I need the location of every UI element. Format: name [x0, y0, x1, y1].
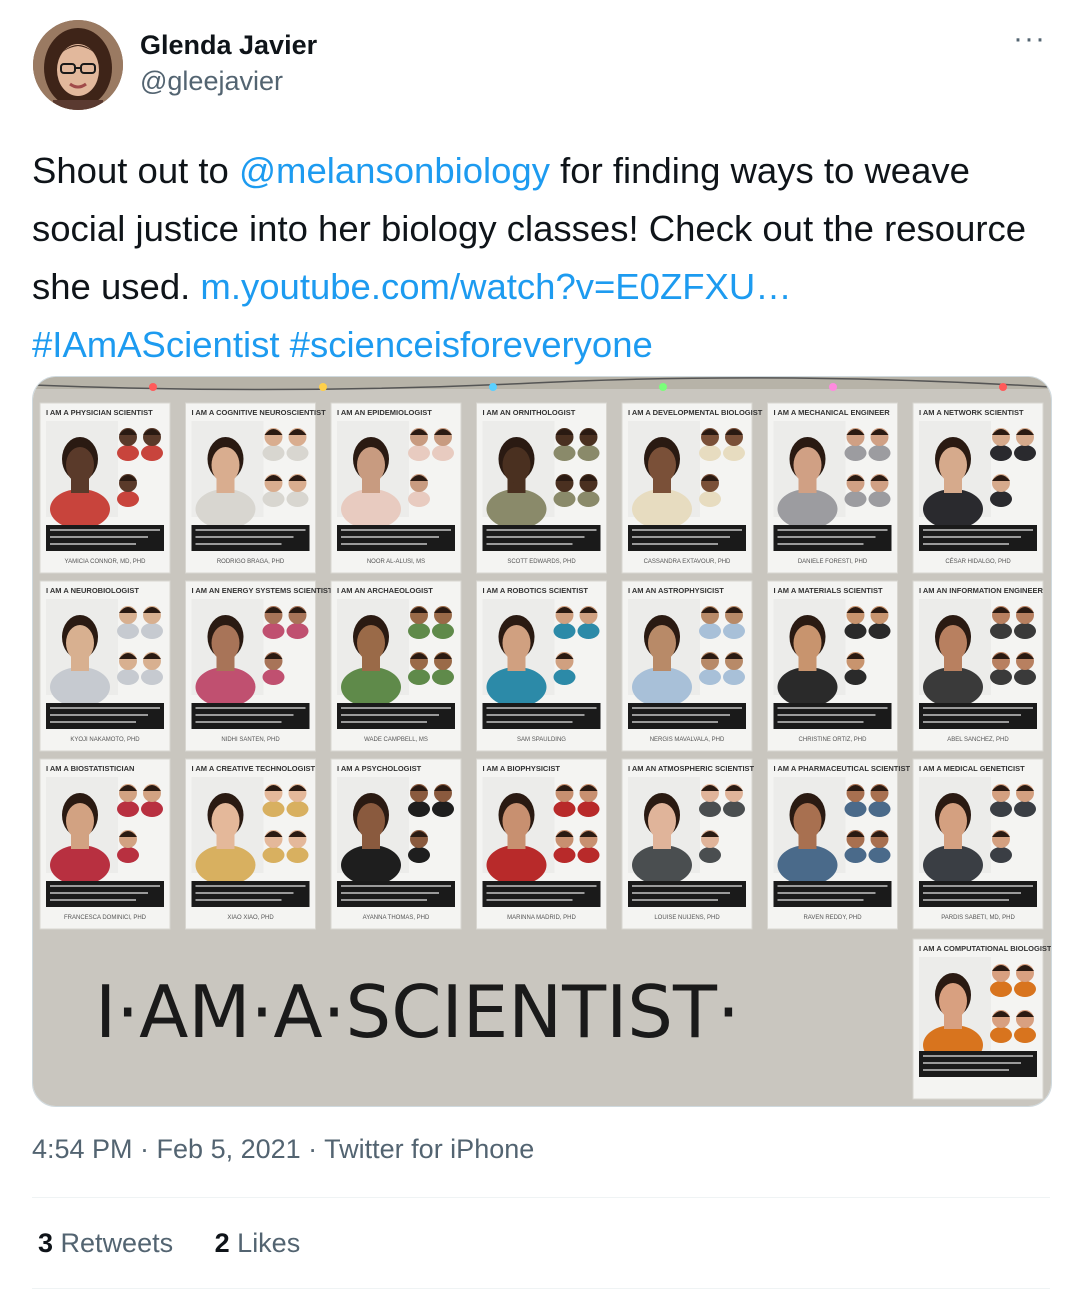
- poster-name: YAMICIA CONNOR, MD, PHD: [65, 559, 147, 565]
- display-name[interactable]: Glenda Javier: [140, 30, 317, 61]
- poster-card: I AM AN EPIDEMIOLOGIST NOOR AL-ALUSI, MS: [330, 402, 462, 574]
- light-bulb: [659, 383, 667, 391]
- poster-card: I AM A PHYSICIAN SCIENTIST YAMICIA CONNOR…: [39, 402, 171, 574]
- retweets-stat[interactable]: 3 Retweets: [38, 1228, 173, 1258]
- poster-title: I AM A COMPUTATIONAL BIOLOGIST: [919, 944, 1051, 953]
- poster-name: KYOJI NAKAMOTO, PHD: [70, 737, 140, 743]
- poster-card: I AM AN ENERGY SYSTEMS SCIENTIST NIDHI SA…: [185, 580, 333, 752]
- poster-name: SAM SPAULDING: [517, 737, 566, 743]
- tweet-text: Shout out to @melansonbiology for findin…: [32, 142, 1042, 374]
- tweet-text-part: Shout out to: [32, 150, 239, 191]
- tweet-image[interactable]: I AM A PHYSICIAN SCIENTIST YAMICIA CONNOR…: [32, 376, 1052, 1107]
- poster-title: I AM A BIOPHYSICIST: [483, 764, 561, 773]
- poster-name: SCOTT EDWARDS, PHD: [507, 559, 576, 565]
- mention-link[interactable]: @melansonbiology: [239, 150, 550, 191]
- poster-card: I AM A NETWORK SCIENTIST CÉSAR HIDALGO, P…: [912, 402, 1044, 574]
- poster-title: I AM A MATERIALS SCIENTIST: [774, 586, 883, 595]
- poster-title: I AM AN ASTROPHYSICIST: [628, 586, 724, 595]
- hashtag-link[interactable]: #IAmAScientist: [32, 324, 279, 365]
- divider: [32, 1197, 1050, 1198]
- poster-card: I AM A NEUROBIOLOGIST KYOJI NAKAMOTO, PHD: [39, 580, 171, 752]
- poster-title: I AM AN ARCHAEOLOGIST: [337, 586, 433, 595]
- retweets-label: Retweets: [60, 1228, 174, 1258]
- poster-name: CHRISTINE ORTIZ, PHD: [799, 737, 868, 743]
- poster-card: I AM A MECHANICAL ENGINEER DANIELE FOREST…: [767, 402, 898, 574]
- poster-card: I AM AN ARCHAEOLOGIST WADE CAMPBELL, MS: [330, 580, 462, 752]
- retweets-count: 3: [38, 1228, 54, 1258]
- poster-card: I AM A PHARMACEUTICAL SCIENTIST RAVEN RED…: [767, 758, 911, 930]
- more-options-icon[interactable]: ···: [1013, 22, 1046, 56]
- poster-card: I AM A ROBOTICS SCIENTIST SAM SPAULDING: [476, 580, 607, 752]
- poster-card: I AM AN ORNITHOLOGIST SCOTT EDWARDS, PHD: [476, 402, 607, 574]
- poster-name: CASSANDRA EXTAVOUR, PHD: [644, 559, 731, 565]
- poster-name: PARDIS SABETI, MD, PHD: [941, 915, 1015, 921]
- poster-name: RODRIGO BRAGA, PHD: [217, 559, 285, 565]
- poster-card: I AM A MEDICAL GENETICIST PARDIS SABETI, …: [912, 758, 1044, 930]
- poster-name: MARINNA MADRID, PHD: [507, 915, 576, 921]
- poster-card: I AM A PSYCHOLOGIST AYANNA THOMAS, PHD: [330, 758, 462, 930]
- poster-title: I AM AN ORNITHOLOGIST: [483, 408, 576, 417]
- poster-title: I AM A DEVELOPMENTAL BIOLOGIST: [628, 408, 763, 417]
- poster-title: I AM A ROBOTICS SCIENTIST: [483, 586, 589, 595]
- likes-stat[interactable]: 2 Likes: [215, 1228, 301, 1258]
- board-caption: I·AM·A·SCIENTIST·: [95, 970, 740, 1054]
- avatar[interactable]: [33, 20, 123, 110]
- poster-name: ABEL SANCHEZ, PHD: [947, 737, 1009, 743]
- light-bulb: [489, 383, 497, 391]
- light-bulb: [999, 383, 1007, 391]
- tweet-stats: 3 Retweets 2 Likes: [38, 1228, 334, 1259]
- hashtag-link[interactable]: #scienceisforeveryone: [290, 324, 653, 365]
- url-link[interactable]: m.youtube.com/watch?v=E0ZFXU…: [200, 266, 791, 307]
- poster-name: NIDHI SANTEN, PHD: [221, 737, 280, 743]
- poster-title: I AM AN EPIDEMIOLOGIST: [337, 408, 432, 417]
- poster-name: NOOR AL-ALUSI, MS: [367, 559, 425, 565]
- light-bulb: [149, 383, 157, 391]
- poster-title: I AM AN INFORMATION ENGINEER: [919, 586, 1043, 595]
- poster-title: I AM A BIOSTATISTICIAN: [46, 764, 134, 773]
- poster-title: I AM A PHARMACEUTICAL SCIENTIST: [774, 764, 911, 773]
- poster-title: I AM A MECHANICAL ENGINEER: [774, 408, 891, 417]
- poster-title: I AM AN ENERGY SYSTEMS SCIENTIST: [192, 586, 333, 595]
- poster-card: I AM A BIOPHYSICIST MARINNA MADRID, PHD: [476, 758, 607, 930]
- likes-label: Likes: [237, 1228, 301, 1258]
- divider: [32, 1288, 1050, 1289]
- poster-title: I AM A COGNITIVE NEUROSCIENTIST: [192, 408, 327, 417]
- poster-card: I AM A BIOSTATISTICIAN FRANCESCA DOMINICI…: [39, 758, 171, 930]
- poster-title: I AM A MEDICAL GENETICIST: [919, 764, 1025, 773]
- poster-name: XIAO XIAO, PHD: [227, 915, 274, 921]
- poster-name: DANIELE FORESTI, PHD: [798, 559, 868, 565]
- poster-card: I AM A COMPUTATIONAL BIOLOGIST: [912, 938, 1051, 1100]
- poster-title: I AM A PSYCHOLOGIST: [337, 764, 422, 773]
- poster-name: LOUISE NUIJENS, PHD: [654, 915, 720, 921]
- light-bulb: [319, 383, 327, 391]
- poster-card: I AM AN ASTROPHYSICIST NERGIS MAVALVALA, …: [621, 580, 753, 752]
- poster-title: I AM A NEUROBIOLOGIST: [46, 586, 139, 595]
- poster-card: I AM A DEVELOPMENTAL BIOLOGIST CASSANDRA …: [621, 402, 763, 574]
- tweet-timestamp[interactable]: 4:54 PM · Feb 5, 2021 · Twitter for iPho…: [32, 1134, 534, 1165]
- whiteboard-photo: I AM A PHYSICIAN SCIENTIST YAMICIA CONNOR…: [33, 377, 1051, 1106]
- poster-name: CÉSAR HIDALGO, PHD: [945, 558, 1011, 565]
- poster-title: I AM A NETWORK SCIENTIST: [919, 408, 1024, 417]
- poster-name: NERGIS MAVALVALA, PHD: [650, 737, 725, 743]
- poster-card: I AM A COGNITIVE NEUROSCIENTIST RODRIGO B…: [185, 402, 327, 574]
- poster-title: I AM A PHYSICIAN SCIENTIST: [46, 408, 153, 417]
- light-bulb: [829, 383, 837, 391]
- likes-count: 2: [214, 1228, 230, 1258]
- poster-name: AYANNA THOMAS, PHD: [363, 915, 430, 921]
- poster-name: WADE CAMPBELL, MS: [364, 737, 428, 743]
- poster-card: I AM AN INFORMATION ENGINEER ABEL SANCHEZ…: [912, 580, 1044, 752]
- poster-title: I AM AN ATMOSPHERIC SCIENTIST: [628, 764, 755, 773]
- poster-name: RAVEN REDDY, PHD: [803, 915, 862, 921]
- poster-card: I AM AN ATMOSPHERIC SCIENTIST LOUISE NUIJ…: [621, 758, 755, 930]
- poster-card: I AM A CREATIVE TECHNOLOGIST XIAO XIAO, P…: [185, 758, 316, 930]
- user-handle[interactable]: @gleejavier: [140, 66, 283, 97]
- poster-title: I AM A CREATIVE TECHNOLOGIST: [192, 764, 316, 773]
- poster-card: I AM A MATERIALS SCIENTIST CHRISTINE ORTI…: [767, 580, 898, 752]
- poster-name: FRANCESCA DOMINICI, PHD: [64, 915, 147, 921]
